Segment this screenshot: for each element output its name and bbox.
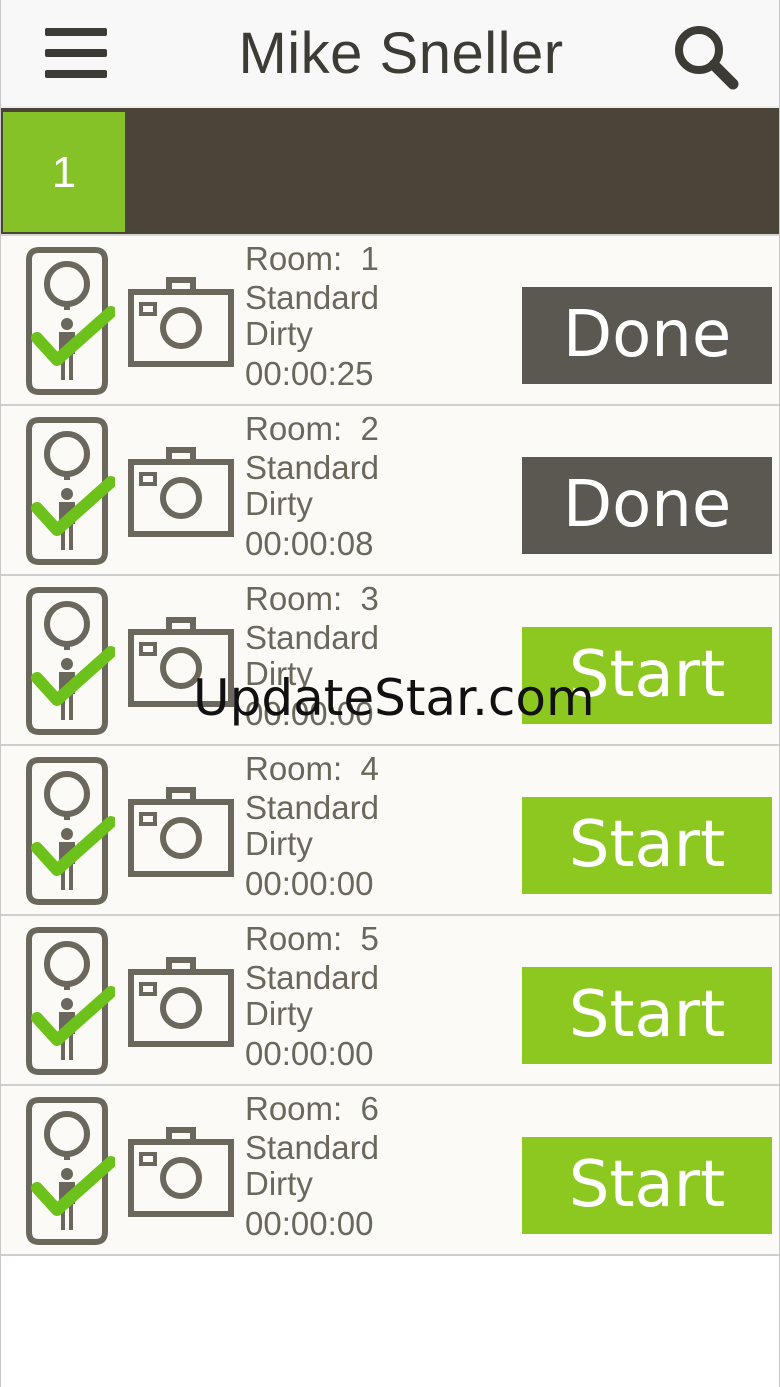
- menu-line: [45, 28, 107, 36]
- room-number-value: 2: [360, 410, 379, 447]
- camera-icon[interactable]: [127, 446, 235, 538]
- room-status: Dirty: [245, 825, 313, 862]
- room-row-2: Room: 2 Standard Dirty 00:00:08 Done: [1, 406, 779, 576]
- room-status: Dirty: [245, 315, 313, 352]
- room-info: Room: 3 Standard Dirty 00:00:00: [245, 578, 505, 732]
- room-number-value: 4: [360, 750, 379, 787]
- door-hanger-check-icon: [19, 1092, 117, 1246]
- search-icon[interactable]: [669, 22, 741, 90]
- room-info: Room: 6 Standard Dirty 00:00:00: [245, 1088, 505, 1242]
- room-number: Room: 2: [245, 408, 505, 450]
- room-type: Standard: [245, 279, 379, 316]
- header-bar: Mike Sneller: [1, 0, 779, 108]
- start-button-room-5[interactable]: Start: [522, 967, 772, 1064]
- room-info: Room: 2 Standard Dirty 00:00:08: [245, 408, 505, 562]
- camera-icon[interactable]: [127, 956, 235, 1048]
- door-hanger-check-icon: [19, 412, 117, 566]
- door-hanger-check-icon: [19, 922, 117, 1076]
- room-timer: 00:00:00: [245, 1205, 374, 1242]
- room-type: Standard: [245, 449, 379, 486]
- room-status: Dirty: [245, 995, 313, 1032]
- room-timer: 00:00:00: [245, 1035, 374, 1072]
- room-label: Room:: [245, 410, 343, 447]
- room-type: Standard: [245, 1129, 379, 1166]
- menu-line: [45, 49, 107, 57]
- room-row-1: Room: 1 Standard Dirty 00:00:25 Done: [1, 236, 779, 406]
- room-type: Standard: [245, 789, 379, 826]
- room-row-4: Room: 4 Standard Dirty 00:00:00 Start: [1, 746, 779, 916]
- room-info: Room: 1 Standard Dirty 00:00:25: [245, 238, 505, 392]
- room-status: Dirty: [245, 655, 313, 692]
- room-number: Room: 6: [245, 1088, 505, 1130]
- room-label: Room:: [245, 920, 343, 957]
- room-label: Room:: [245, 1090, 343, 1127]
- room-status: Dirty: [245, 1165, 313, 1202]
- tab-bar: 1: [1, 108, 779, 236]
- room-row-6: Room: 6 Standard Dirty 00:00:00 Start: [1, 1086, 779, 1256]
- room-timer: 00:00:00: [245, 695, 374, 732]
- start-button-room-4[interactable]: Start: [522, 797, 772, 894]
- tab-1[interactable]: 1: [3, 112, 125, 232]
- room-number-value: 5: [360, 920, 379, 957]
- room-info: Room: 5 Standard Dirty 00:00:00: [245, 918, 505, 1072]
- room-number: Room: 5: [245, 918, 505, 960]
- app-screen: Mike Sneller 1 Room: 1 Standard Dirty 00…: [0, 0, 780, 1387]
- room-label: Room:: [245, 580, 343, 617]
- done-button-room-1[interactable]: Done: [522, 287, 772, 384]
- camera-icon[interactable]: [127, 276, 235, 368]
- room-row-5: Room: 5 Standard Dirty 00:00:00 Start: [1, 916, 779, 1086]
- door-hanger-check-icon: [19, 752, 117, 906]
- room-number: Room: 3: [245, 578, 505, 620]
- room-label: Room:: [245, 240, 343, 277]
- camera-icon[interactable]: [127, 786, 235, 878]
- room-number-value: 3: [360, 580, 379, 617]
- room-timer: 00:00:08: [245, 525, 374, 562]
- room-info: Room: 4 Standard Dirty 00:00:00: [245, 748, 505, 902]
- camera-icon[interactable]: [127, 1126, 235, 1218]
- room-status: Dirty: [245, 485, 313, 522]
- room-number: Room: 4: [245, 748, 505, 790]
- menu-line: [45, 70, 107, 78]
- room-timer: 00:00:25: [245, 355, 374, 392]
- start-button-room-3[interactable]: Start: [522, 627, 772, 724]
- room-label: Room:: [245, 750, 343, 787]
- start-button-room-6[interactable]: Start: [522, 1137, 772, 1234]
- room-list: Room: 1 Standard Dirty 00:00:25 Done Roo…: [1, 236, 779, 1256]
- room-type: Standard: [245, 959, 379, 996]
- room-number-value: 6: [360, 1090, 379, 1127]
- room-type: Standard: [245, 619, 379, 656]
- room-number: Room: 1: [245, 238, 505, 280]
- hamburger-menu-icon[interactable]: [45, 28, 107, 78]
- camera-icon[interactable]: [127, 616, 235, 708]
- done-button-room-2[interactable]: Done: [522, 457, 772, 554]
- room-row-3: Room: 3 Standard Dirty 00:00:00 Start: [1, 576, 779, 746]
- room-timer: 00:00:00: [245, 865, 374, 902]
- room-number-value: 1: [360, 240, 379, 277]
- door-hanger-check-icon: [19, 242, 117, 396]
- page-title: Mike Sneller: [238, 21, 564, 86]
- door-hanger-check-icon: [19, 582, 117, 736]
